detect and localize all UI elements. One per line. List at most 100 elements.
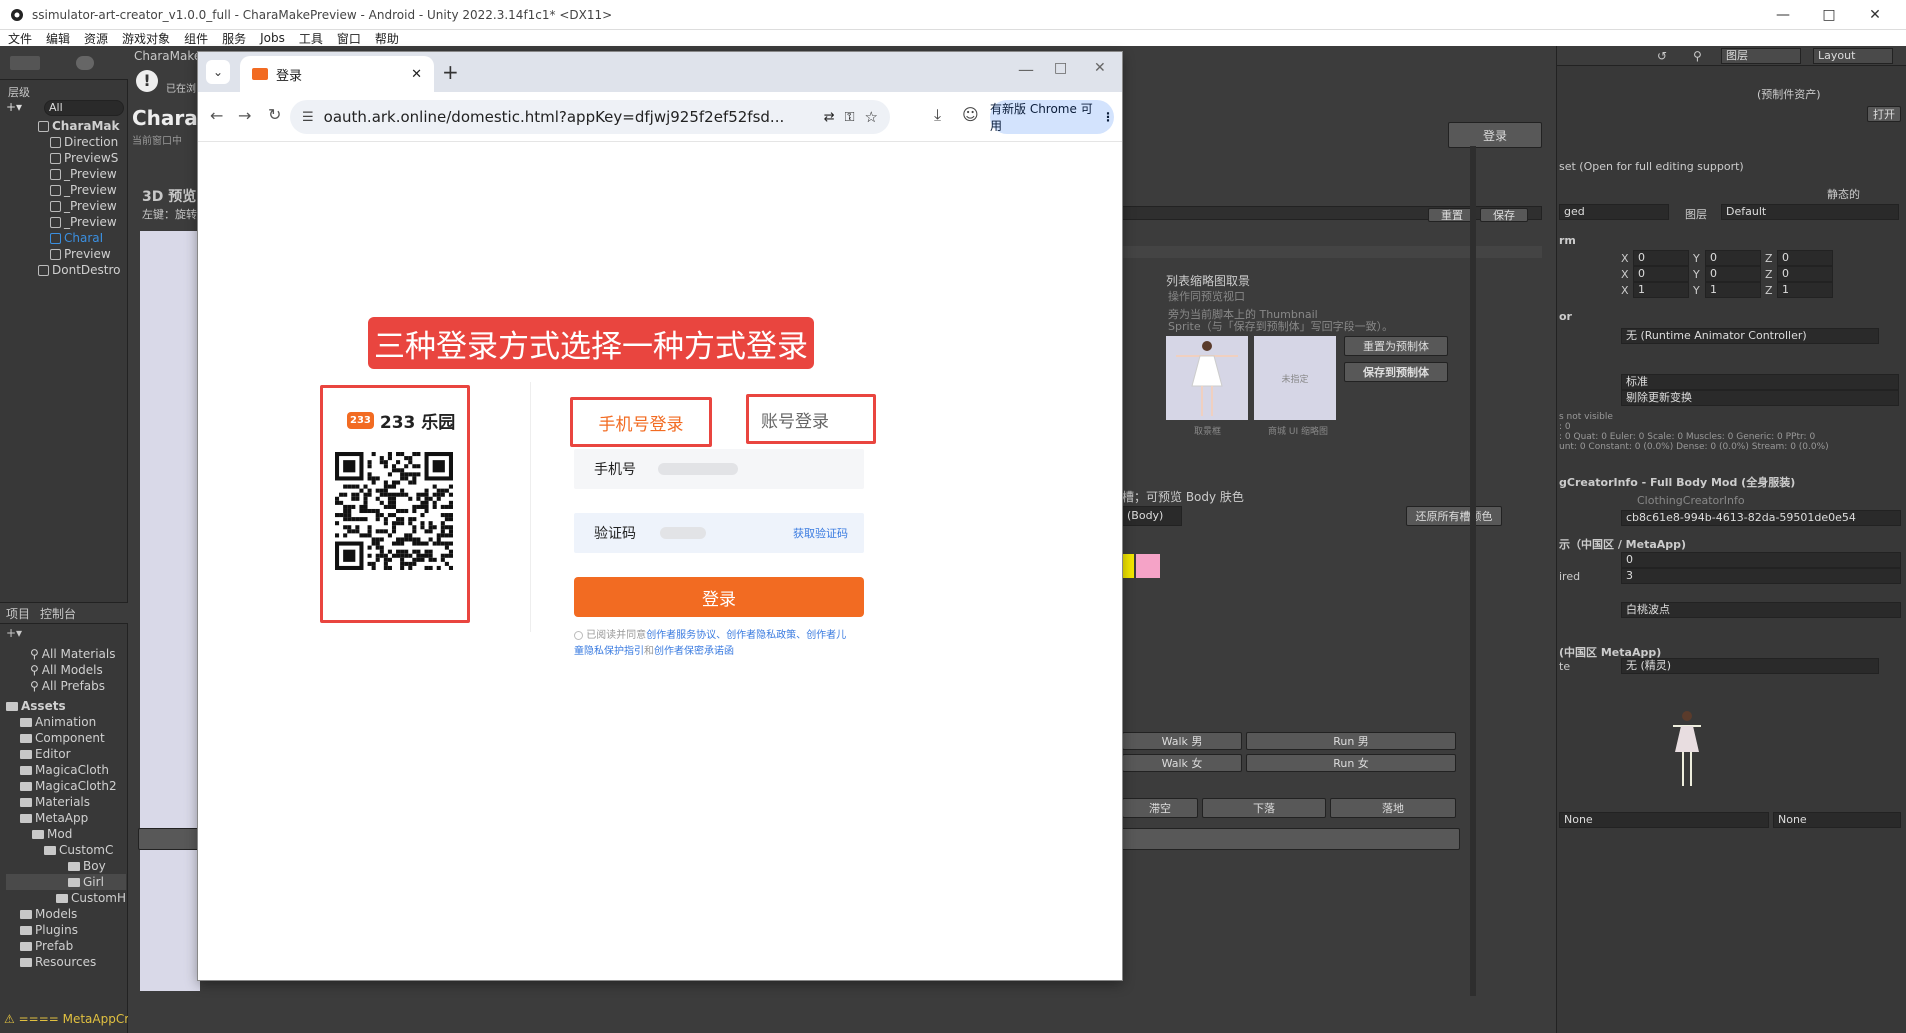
- tree-item[interactable]: Mod: [6, 826, 126, 842]
- login-button-unity[interactable]: 登录: [1448, 122, 1542, 148]
- account-icon[interactable]: [10, 56, 40, 70]
- menu-file[interactable]: 文件: [8, 30, 32, 47]
- menu-tools[interactable]: 工具: [299, 30, 323, 47]
- tree-item[interactable]: Materials: [6, 794, 126, 810]
- shop-thumbnail[interactable]: 未指定: [1254, 336, 1336, 420]
- tree-item[interactable]: CustomH: [6, 890, 126, 906]
- profile-icon[interactable]: ☺: [962, 105, 979, 124]
- filter-item[interactable]: ⚲ All Materials: [30, 646, 116, 662]
- tree-item[interactable]: _Preview: [38, 214, 120, 230]
- tree-item[interactable]: PreviewS: [38, 150, 120, 166]
- menu-jobs[interactable]: Jobs: [260, 31, 285, 45]
- menu-services[interactable]: 服务: [222, 30, 246, 47]
- palette-swatch-pink[interactable]: [1136, 554, 1160, 578]
- browser-close-icon[interactable]: ✕: [1094, 60, 1106, 76]
- save-prefab-button[interactable]: 保存到预制体: [1344, 362, 1448, 382]
- tree-item[interactable]: Direction: [38, 134, 120, 150]
- tree-item[interactable]: MetaApp: [6, 810, 126, 826]
- tree-item[interactable]: CustomC: [6, 842, 126, 858]
- tab-phone-login[interactable]: 手机号登录: [570, 397, 712, 447]
- tree-item[interactable]: MagicaCloth: [6, 762, 126, 778]
- search-icon[interactable]: ⚲: [1693, 49, 1702, 63]
- browser-maximize-icon[interactable]: □: [1054, 60, 1067, 76]
- key-icon[interactable]: ⚿: [845, 110, 855, 125]
- maximize-icon[interactable]: □: [1806, 0, 1852, 30]
- tree-item[interactable]: Boy: [6, 858, 126, 874]
- add-icon[interactable]: +▾: [6, 100, 22, 114]
- body-field[interactable]: (Body): [1122, 506, 1182, 526]
- tree-item[interactable]: Preview: [38, 246, 120, 262]
- pattern-field[interactable]: 白桃波点: [1621, 602, 1901, 618]
- qr-code[interactable]: [335, 452, 453, 570]
- login-button[interactable]: 登录: [574, 577, 864, 617]
- tree-item[interactable]: Assets: [6, 698, 126, 714]
- guid-field[interactable]: cb8c61e8-994b-4613-82da-59501de0e54: [1621, 510, 1901, 526]
- tree-item[interactable]: Editor: [6, 746, 126, 762]
- project-add-icon[interactable]: +▾: [6, 626, 22, 640]
- get-code-link[interactable]: 获取验证码: [793, 525, 848, 541]
- pos-y[interactable]: 0: [1705, 250, 1761, 266]
- tree-item[interactable]: DontDestro: [38, 262, 120, 278]
- anim-land[interactable]: 落地: [1330, 798, 1456, 818]
- save-button[interactable]: 保存: [1480, 208, 1528, 222]
- tag-dropdown[interactable]: ged: [1559, 204, 1669, 220]
- link-service-agreement[interactable]: 创作者服务协议、: [646, 630, 726, 641]
- new-tab-icon[interactable]: +: [442, 60, 459, 84]
- pos-z[interactable]: 0: [1777, 250, 1833, 266]
- meta-field-0[interactable]: 0: [1621, 552, 1901, 568]
- tree-item[interactable]: Animation: [6, 714, 126, 730]
- path-field[interactable]: [1122, 206, 1542, 220]
- download-icon[interactable]: ⤓: [934, 105, 941, 125]
- anim-run-female[interactable]: Run 女: [1246, 754, 1456, 772]
- none-dropdown-2[interactable]: None: [1773, 812, 1901, 828]
- dropdown-bar[interactable]: [1122, 246, 1542, 258]
- menu-gameobject[interactable]: 游戏对象: [122, 30, 170, 47]
- transform-header[interactable]: rm: [1559, 234, 1576, 247]
- pos-x[interactable]: 0: [1633, 250, 1689, 266]
- link-privacy-policy[interactable]: 创作者隐私政策、: [726, 630, 806, 641]
- rot-z[interactable]: 0: [1777, 266, 1833, 282]
- code-field[interactable]: 验证码 获取验证码: [574, 513, 864, 553]
- tree-item[interactable]: Girl: [6, 874, 126, 890]
- hierarchy-search[interactable]: All: [44, 100, 124, 116]
- tree-item[interactable]: _Preview: [38, 182, 120, 198]
- preview-viewport[interactable]: [140, 231, 200, 991]
- scale-x[interactable]: 1: [1633, 282, 1689, 298]
- animator-header[interactable]: or: [1559, 310, 1572, 323]
- restore-colors-button[interactable]: 还原所有槽颜色: [1406, 506, 1502, 526]
- tab-login[interactable]: 登录 ✕: [240, 56, 434, 92]
- anim-fall[interactable]: 下落: [1202, 798, 1326, 818]
- rot-x[interactable]: 0: [1633, 266, 1689, 282]
- scale-y[interactable]: 1: [1705, 282, 1761, 298]
- anim-walk-male[interactable]: Walk 男: [1122, 732, 1242, 750]
- cloud-icon[interactable]: [76, 56, 94, 70]
- palette-swatch-yellow[interactable]: [1122, 554, 1134, 578]
- address-bar[interactable]: ☰ oauth.ark.online/domestic.html?appKey=…: [290, 100, 890, 134]
- menu-window[interactable]: 窗口: [337, 30, 361, 47]
- tree-item[interactable]: Models: [6, 906, 126, 922]
- tree-item[interactable]: CharaMak: [38, 118, 120, 134]
- controller-field[interactable]: 无 (Runtime Animator Controller): [1621, 328, 1879, 344]
- tree-item[interactable]: CharaI: [38, 230, 120, 246]
- menu-assets[interactable]: 资源: [84, 30, 108, 47]
- thumbnail-frame[interactable]: [1166, 336, 1248, 420]
- scale-z[interactable]: 1: [1777, 282, 1833, 298]
- anim-run-male[interactable]: Run 男: [1246, 732, 1456, 750]
- forward-icon[interactable]: →: [238, 106, 251, 125]
- tab-account-login[interactable]: 账号登录: [746, 394, 876, 444]
- filter-item[interactable]: ⚲ All Models: [30, 662, 116, 678]
- translate-icon[interactable]: ⇄: [824, 110, 835, 125]
- menu-help[interactable]: 帮助: [375, 30, 399, 47]
- reset-prefab-button[interactable]: 重置为预制体: [1344, 336, 1448, 356]
- minimize-icon[interactable]: —: [1760, 0, 1806, 30]
- menu-edit[interactable]: 编辑: [46, 30, 70, 47]
- tab-close-icon[interactable]: ✕: [411, 67, 422, 82]
- update-mode[interactable]: 剔除更新变换: [1621, 390, 1899, 406]
- anim-airborne[interactable]: 滞空: [1122, 798, 1198, 818]
- creator-info-header[interactable]: gCreatorInfo - Full Body Mod (全身服装): [1559, 474, 1795, 490]
- tree-item[interactable]: Prefab: [6, 938, 126, 954]
- tree-item[interactable]: _Preview: [38, 166, 120, 182]
- anim-walk-female[interactable]: Walk 女: [1122, 754, 1242, 772]
- hierarchy-label[interactable]: 层级: [8, 84, 30, 100]
- menu-component[interactable]: 组件: [184, 30, 208, 47]
